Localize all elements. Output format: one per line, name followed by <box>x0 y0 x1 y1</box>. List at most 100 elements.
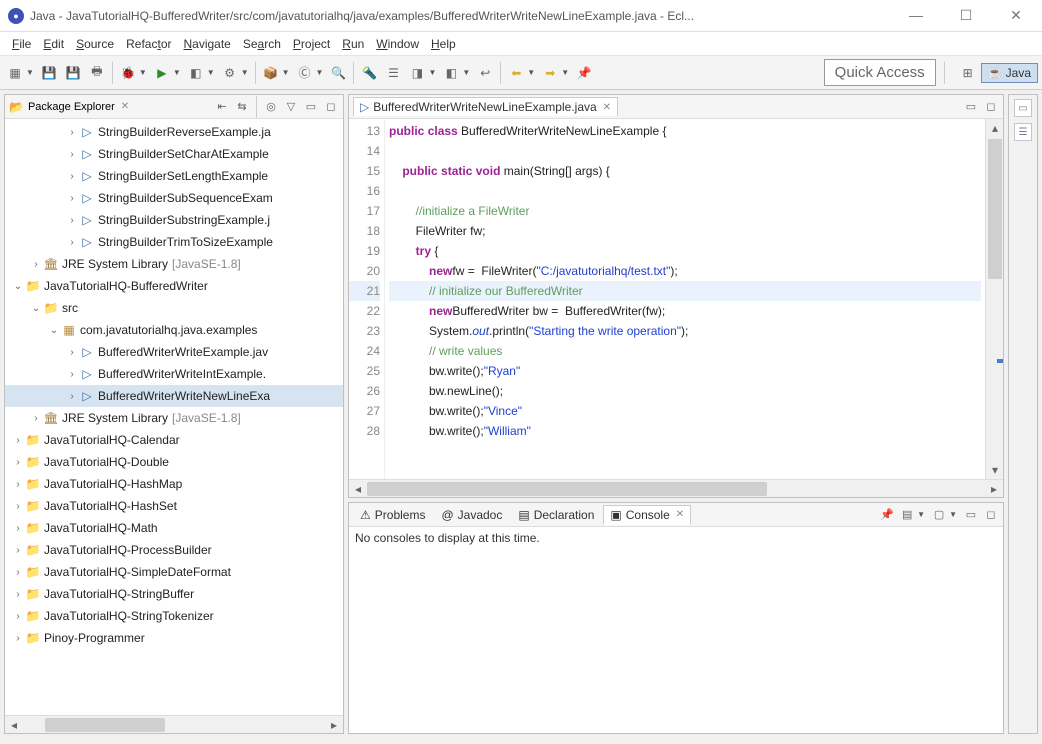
tab-javadoc[interactable]: @Javadoc <box>434 505 509 525</box>
quick-access-input[interactable]: Quick Access <box>824 59 936 86</box>
tree-item[interactable]: ›▷StringBuilderSetCharAtExample <box>5 143 343 165</box>
scroll-left-icon[interactable]: ◂ <box>349 480 367 498</box>
expand-icon[interactable]: ⌄ <box>29 303 43 314</box>
expand-icon[interactable]: › <box>11 611 25 622</box>
menu-refactor[interactable]: Refactor <box>120 35 177 53</box>
code-line[interactable]: newfw = FileWriter("C:/javatutorialhq/te… <box>389 261 981 281</box>
back-icon[interactable]: ⬅ <box>505 62 527 84</box>
expand-icon[interactable]: › <box>65 149 79 160</box>
tree-item[interactable]: ⌄📁src <box>5 297 343 319</box>
expand-icon[interactable]: › <box>29 413 43 424</box>
code-line[interactable]: //initialize a FileWriter <box>389 201 981 221</box>
expand-icon[interactable]: › <box>65 193 79 204</box>
expand-icon[interactable]: ⌄ <box>11 281 25 292</box>
menu-edit[interactable]: Edit <box>37 35 70 53</box>
outline-icon[interactable]: ☰ <box>1014 123 1032 141</box>
scroll-down-icon[interactable]: ▾ <box>986 461 1003 479</box>
maximize-icon[interactable]: ◻ <box>983 99 999 115</box>
tree-item[interactable]: ›📁JavaTutorialHQ-HashSet <box>5 495 343 517</box>
menu-run[interactable]: Run <box>336 35 370 53</box>
tree-item[interactable]: ›▷StringBuilderReverseExample.ja <box>5 121 343 143</box>
menu-navigate[interactable]: Navigate <box>177 35 236 53</box>
collapse-all-icon[interactable]: ⇤ <box>214 99 230 115</box>
scroll-right-icon[interactable]: ▸ <box>985 480 1003 498</box>
code-line[interactable]: newBufferedWriter bw = BufferedWriter(fw… <box>389 301 981 321</box>
forward-icon[interactable]: ➡ <box>539 62 561 84</box>
minimize-icon[interactable]: ▭ <box>963 99 979 115</box>
menu-window[interactable]: Window <box>370 35 425 53</box>
tree-item[interactable]: ›📁JavaTutorialHQ-ProcessBuilder <box>5 539 343 561</box>
new-icon[interactable]: ▦ <box>4 62 26 84</box>
new-package-icon[interactable]: 📦 <box>260 62 282 84</box>
menu-project[interactable]: Project <box>287 35 336 53</box>
maximize-icon[interactable]: ◻ <box>983 507 999 523</box>
chevron-down-icon[interactable]: ▼ <box>26 68 34 77</box>
focus-icon[interactable]: ◎ <box>263 99 279 115</box>
tree-item[interactable]: ›▷BufferedWriterWriteIntExample. <box>5 363 343 385</box>
expand-icon[interactable]: › <box>65 127 79 138</box>
next-annotation-icon[interactable]: ◧ <box>440 62 462 84</box>
expand-icon[interactable]: › <box>11 457 25 468</box>
maximize-button[interactable]: ☐ <box>948 7 984 24</box>
scrollbar-thumb[interactable] <box>988 139 1002 279</box>
expand-icon[interactable]: ⌄ <box>47 325 61 336</box>
close-icon[interactable]: ✕ <box>121 101 129 112</box>
tree-item[interactable]: ›📁JavaTutorialHQ-Double <box>5 451 343 473</box>
tree-item[interactable]: ›📁JavaTutorialHQ-StringBuffer <box>5 583 343 605</box>
new-class-icon[interactable]: Ⓒ <box>294 62 316 84</box>
expand-icon[interactable]: › <box>65 171 79 182</box>
save-icon[interactable]: 💾 <box>38 62 60 84</box>
tree-item[interactable]: ›📁JavaTutorialHQ-SimpleDateFormat <box>5 561 343 583</box>
pin-icon[interactable]: 📌 <box>573 62 595 84</box>
expand-icon[interactable]: › <box>65 391 79 402</box>
tree-item[interactable]: ›📁JavaTutorialHQ-Math <box>5 517 343 539</box>
expand-icon[interactable]: › <box>11 633 25 644</box>
tree-item[interactable]: ›🏛JRE System Library[JavaSE-1.8] <box>5 407 343 429</box>
horizontal-scrollbar[interactable]: ◂ ▸ <box>5 715 343 733</box>
tree-item[interactable]: ⌄▦com.javatutorialhq.java.examples <box>5 319 343 341</box>
external-tools-icon[interactable]: ⚙ <box>219 62 241 84</box>
link-editor-icon[interactable]: ⇆ <box>234 99 250 115</box>
tree-item[interactable]: ›📁JavaTutorialHQ-StringTokenizer <box>5 605 343 627</box>
coverage-icon[interactable]: ◧ <box>185 62 207 84</box>
scroll-up-icon[interactable]: ▴ <box>986 119 1003 137</box>
scroll-left-icon[interactable]: ◂ <box>5 716 23 734</box>
code-line[interactable]: // write values <box>389 341 981 361</box>
code-line[interactable] <box>389 141 981 161</box>
tree-item[interactable]: ›📁JavaTutorialHQ-HashMap <box>5 473 343 495</box>
tree-item[interactable]: ›▷BufferedWriterWriteNewLineExa <box>5 385 343 407</box>
vertical-scrollbar[interactable]: ▴ ▾ <box>985 119 1003 479</box>
open-type-icon[interactable]: 🔍 <box>327 62 349 84</box>
chevron-down-icon[interactable]: ▼ <box>561 68 569 77</box>
chevron-down-icon[interactable]: ▼ <box>428 68 436 77</box>
expand-icon[interactable]: › <box>11 589 25 600</box>
expand-icon[interactable]: › <box>65 369 79 380</box>
tab-problems[interactable]: ⚠Problems <box>353 505 432 525</box>
close-button[interactable]: ✕ <box>998 7 1034 24</box>
code-line[interactable]: public static void main(String[] args) { <box>389 161 981 181</box>
horizontal-scrollbar[interactable]: ◂ ▸ <box>349 479 1003 497</box>
java-perspective-button[interactable]: ☕ Java <box>981 63 1038 83</box>
minimize-button[interactable]: — <box>898 7 934 24</box>
editor-tab[interactable]: ▷ BufferedWriterWriteNewLineExample.java… <box>353 97 618 116</box>
close-icon[interactable]: ✕ <box>676 509 684 520</box>
expand-icon[interactable]: › <box>11 523 25 534</box>
code-line[interactable]: FileWriter fw; <box>389 221 981 241</box>
expand-icon[interactable]: › <box>65 237 79 248</box>
expand-icon[interactable]: › <box>11 479 25 490</box>
tree-item[interactable]: ›▷StringBuilderSubstringExample.j <box>5 209 343 231</box>
annotation-icon[interactable]: ◨ <box>406 62 428 84</box>
menu-file[interactable]: File <box>6 35 37 53</box>
menu-source[interactable]: Source <box>70 35 120 53</box>
code-line[interactable]: bw.write();"William" <box>389 421 981 441</box>
run-icon[interactable]: ▶ <box>151 62 173 84</box>
chevron-down-icon[interactable]: ▼ <box>917 510 925 519</box>
menu-search[interactable]: Search <box>237 35 287 53</box>
close-icon[interactable]: ✕ <box>603 102 611 113</box>
chevron-down-icon[interactable]: ▼ <box>282 68 290 77</box>
tree-item[interactable]: ⌄📁JavaTutorialHQ-BufferedWriter <box>5 275 343 297</box>
minimize-icon[interactable]: ▭ <box>963 507 979 523</box>
chevron-down-icon[interactable]: ▼ <box>207 68 215 77</box>
code-line[interactable]: bw.write();"Vince" <box>389 401 981 421</box>
expand-icon[interactable]: › <box>11 567 25 578</box>
